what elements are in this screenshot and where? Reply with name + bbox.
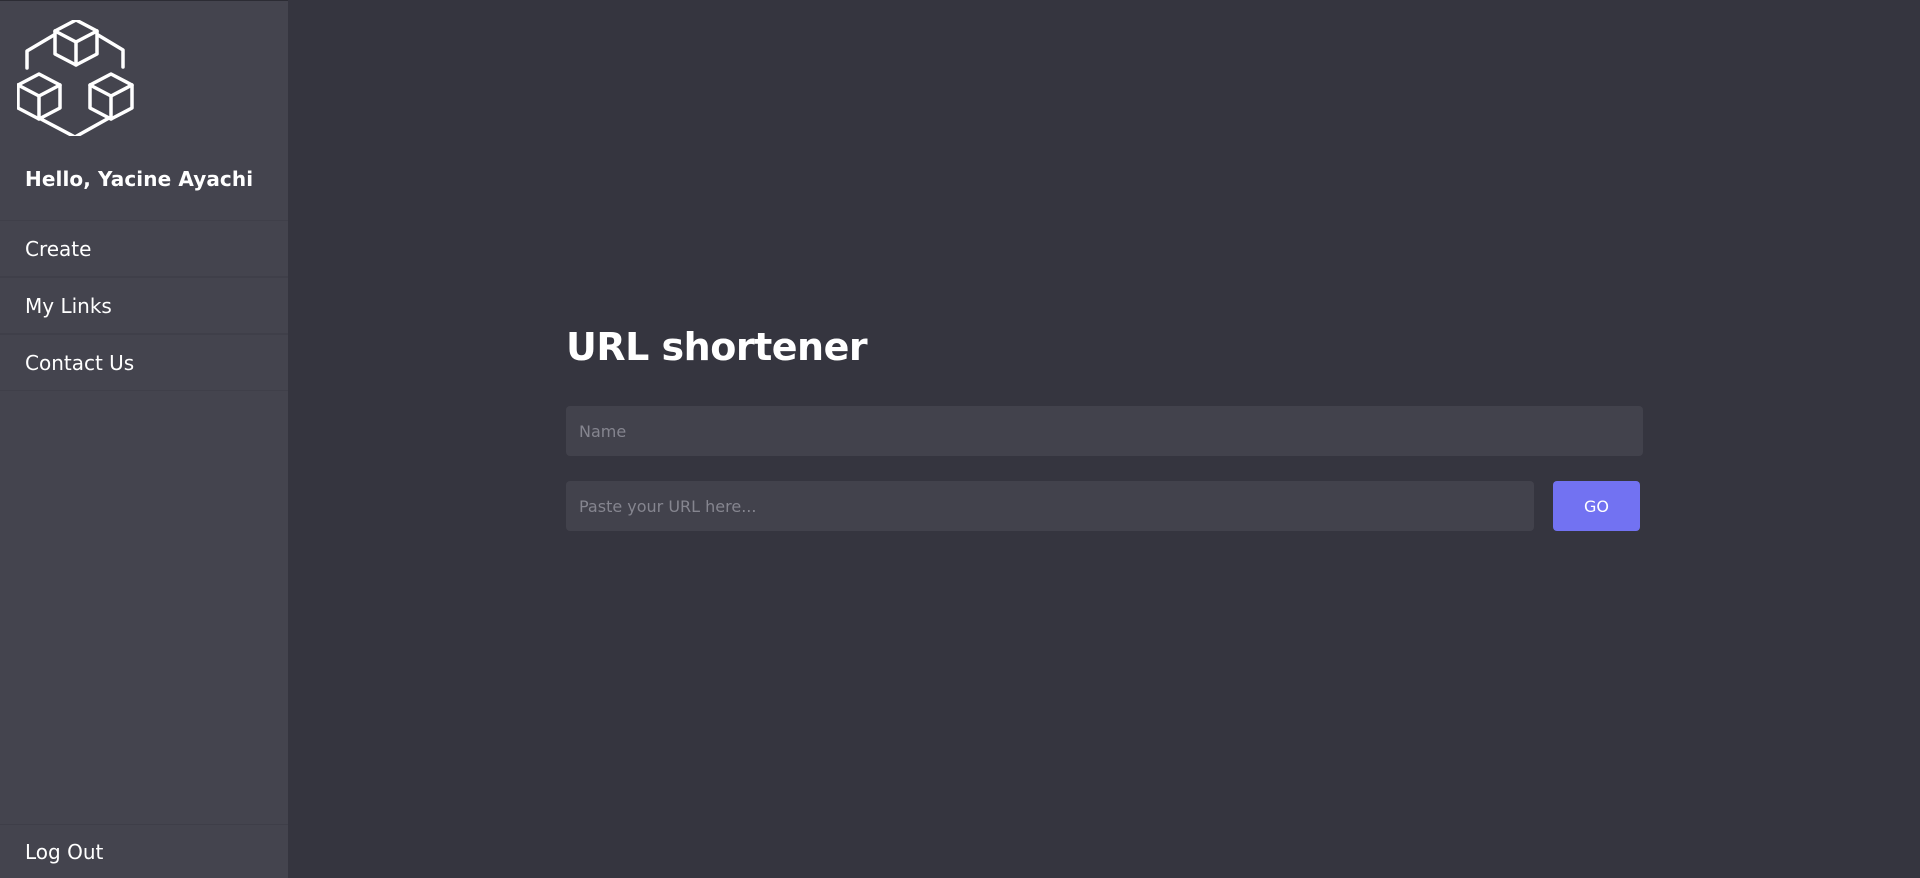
sidebar-item-contact-us[interactable]: Contact Us xyxy=(0,334,288,391)
main-content: URL shortener GO xyxy=(288,0,1920,878)
go-button[interactable]: GO xyxy=(1553,481,1640,531)
page-title: URL shortener xyxy=(566,325,868,369)
url-input[interactable] xyxy=(566,481,1534,531)
name-input[interactable] xyxy=(566,406,1643,456)
sidebar-item-my-links[interactable]: My Links xyxy=(0,277,288,334)
sidebar-item-create[interactable]: Create xyxy=(0,220,288,277)
sidebar: Hello, Yacine Ayachi Create My Links Con… xyxy=(0,0,288,878)
cubes-network-icon xyxy=(16,18,135,139)
sidebar-nav: Create My Links Contact Us xyxy=(0,220,288,391)
logout-button[interactable]: Log Out xyxy=(0,824,288,878)
greeting-text: Hello, Yacine Ayachi xyxy=(25,167,254,191)
app-root: Hello, Yacine Ayachi Create My Links Con… xyxy=(0,0,1920,878)
